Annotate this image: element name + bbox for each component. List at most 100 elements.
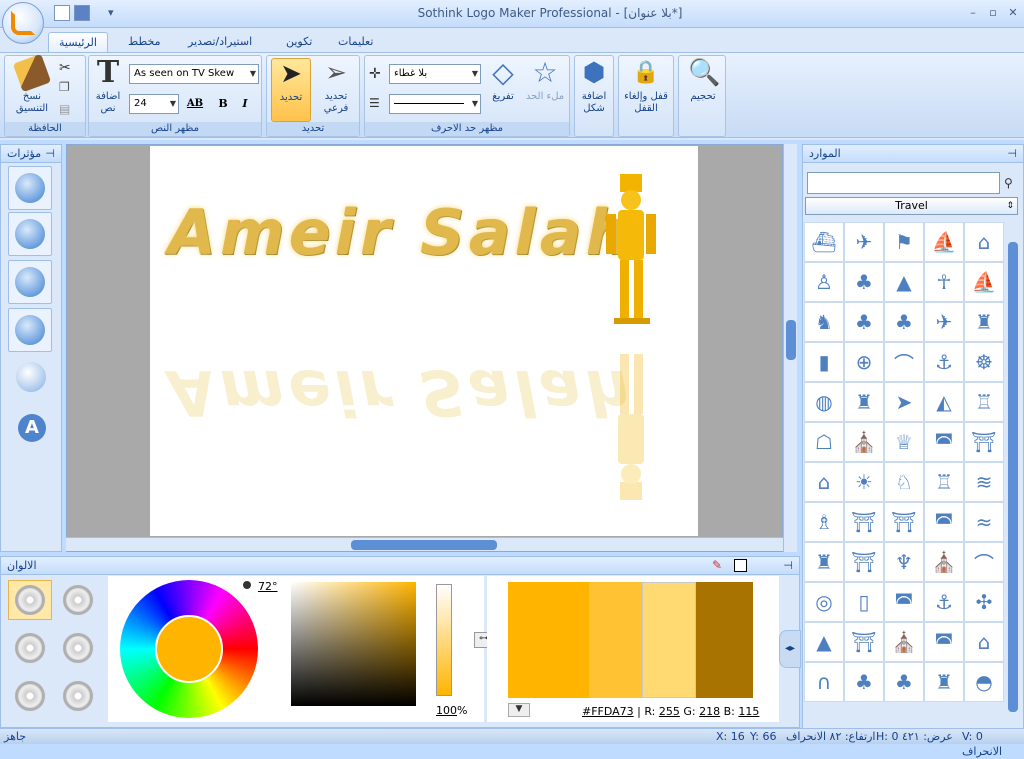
church-icon[interactable]: ⛪ xyxy=(884,622,924,662)
eiffel-tower-icon[interactable]: ♜ xyxy=(844,382,884,422)
effect-text-icon[interactable]: A xyxy=(18,414,46,442)
colosseum-icon[interactable]: ◚ xyxy=(924,422,964,462)
angle-handle[interactable] xyxy=(243,581,251,589)
copy-icon[interactable]: ❐ xyxy=(59,80,70,94)
torii-icon[interactable]: ⛩ xyxy=(964,422,1004,462)
tab-config[interactable]: تكوين xyxy=(276,32,322,52)
close-button[interactable]: ✕ xyxy=(1006,6,1020,20)
pharaoh-figure[interactable] xyxy=(596,174,666,334)
minimize-button[interactable]: – xyxy=(966,6,980,20)
opera-house-icon[interactable]: ◭ xyxy=(924,382,964,422)
gradient-linear-button[interactable] xyxy=(56,580,100,620)
paste-icon[interactable]: ▤ xyxy=(59,102,70,116)
fortress-icon[interactable]: ♖ xyxy=(924,462,964,502)
canvas-horizontal-scrollbar[interactable] xyxy=(66,537,783,551)
temple-icon[interactable]: ⌂ xyxy=(964,222,1004,262)
waterfall-icon[interactable]: ≋ xyxy=(964,462,1004,502)
italic-icon[interactable]: I xyxy=(235,94,255,114)
camel-icon[interactable]: ♞ xyxy=(804,302,844,342)
stadium-icon[interactable]: ◎ xyxy=(804,582,844,622)
r-value[interactable]: 255 xyxy=(659,705,680,718)
temple-of-heaven-icon[interactable]: ⛩ xyxy=(844,542,884,582)
resource-scrollbar[interactable] xyxy=(1006,222,1020,722)
house-icon[interactable]: ⌂ xyxy=(804,462,844,502)
hall-icon[interactable]: ◚ xyxy=(924,502,964,542)
paper-plane-icon[interactable]: ➤ xyxy=(884,382,924,422)
line-style-select[interactable]: ▼ xyxy=(389,94,481,114)
pin-icon[interactable]: ⊣ xyxy=(1007,145,1017,163)
bold-icon[interactable]: B xyxy=(213,94,233,114)
color-swatch[interactable] xyxy=(589,582,642,698)
select-tool-button[interactable]: ➤ تحديد xyxy=(271,58,311,122)
new-file-icon[interactable] xyxy=(54,5,70,21)
tab-import-export[interactable]: استيراد/تصدير xyxy=(178,32,262,52)
hex-value[interactable]: #FFDA73 xyxy=(582,705,634,718)
pin-icon[interactable]: ⊣ xyxy=(45,145,55,163)
color-swatch[interactable] xyxy=(508,582,589,698)
ship-wheel-icon[interactable]: ☸ xyxy=(964,342,1004,382)
space-needle-icon[interactable]: ♗ xyxy=(804,502,844,542)
anchor-icon[interactable]: ⚓ xyxy=(924,342,964,382)
canvas-vertical-scrollbar[interactable] xyxy=(783,144,797,552)
no-color-swatch[interactable] xyxy=(734,559,747,572)
saturation-value-box[interactable] xyxy=(291,582,416,706)
leaning-tower-icon[interactable]: ▮ xyxy=(804,342,844,382)
pagoda-icon[interactable]: ⛩ xyxy=(884,502,924,542)
tab-layout[interactable]: مخطط xyxy=(118,32,170,52)
lock-unlock-button[interactable]: 🔒 قفل وإلغاء القفل xyxy=(619,58,673,115)
format-painter-button[interactable]: نسخ التنسيق xyxy=(9,53,55,115)
eyedropper-icon[interactable]: ✎ xyxy=(712,558,722,572)
scroll-thumb[interactable] xyxy=(1008,242,1018,712)
tower-icon[interactable]: ♜ xyxy=(804,542,844,582)
telescope-icon[interactable]: ⌒ xyxy=(884,342,924,382)
signpost-icon[interactable]: ⚑ xyxy=(884,222,924,262)
gradient-type-6-button[interactable] xyxy=(56,676,100,716)
effect-bevel[interactable] xyxy=(8,212,52,256)
taj-mahal-icon[interactable]: ☖ xyxy=(804,422,844,462)
maximize-button[interactable]: ▫ xyxy=(986,6,1000,20)
angle-value[interactable]: 72° xyxy=(258,580,278,593)
add-shape-button[interactable]: ⬢ اضافة شكل xyxy=(575,58,613,115)
castle-icon[interactable]: ♖ xyxy=(964,382,1004,422)
island-icon[interactable]: ♣ xyxy=(844,662,884,702)
harbor-icon[interactable]: ⚓ xyxy=(924,582,964,622)
text-direction-icon[interactable]: AB xyxy=(185,94,205,114)
palace-icon[interactable]: ⌂ xyxy=(964,622,1004,662)
ruins-icon[interactable]: ◚ xyxy=(884,582,924,622)
font-size-select[interactable]: 24 ▼ xyxy=(129,94,179,114)
windmill-icon[interactable]: ✣ xyxy=(964,582,1004,622)
palm-island-icon[interactable]: ♣ xyxy=(884,662,924,702)
subselect-tool-button[interactable]: ➢ تحديد فرعي xyxy=(315,58,357,115)
color-swatch[interactable] xyxy=(696,582,754,698)
gate-icon[interactable]: ◚ xyxy=(924,622,964,662)
resource-search-input[interactable] xyxy=(807,172,1000,194)
liberty-icon[interactable]: ♕ xyxy=(884,422,924,462)
alpha-slider[interactable] xyxy=(436,584,452,696)
cathedral-icon[interactable]: ⛪ xyxy=(924,542,964,582)
swatch-menu-button[interactable]: ▼ xyxy=(508,703,530,717)
statue-icon[interactable]: ♙ xyxy=(804,262,844,302)
panel-toggle-icon[interactable]: ◂▸ xyxy=(779,630,801,668)
mermaid-icon[interactable]: ♆ xyxy=(884,542,924,582)
globe-icon[interactable]: ◍ xyxy=(804,382,844,422)
unfill-button[interactable]: ◇ تفريغ xyxy=(485,58,521,103)
application-menu-button[interactable] xyxy=(2,2,44,44)
pyramid-icon[interactable]: ▲ xyxy=(804,622,844,662)
airplane-icon[interactable]: ✈ xyxy=(844,222,884,262)
effect-shadow[interactable] xyxy=(8,260,52,304)
boat-icon[interactable]: ⛵ xyxy=(964,262,1004,302)
jet-icon[interactable]: ✈ xyxy=(924,302,964,342)
gradient-type-5-button[interactable] xyxy=(8,676,52,716)
deer-icon[interactable]: ♘ xyxy=(884,462,924,502)
scroll-thumb[interactable] xyxy=(786,320,796,360)
eiffel-tower-icon[interactable]: ♜ xyxy=(964,302,1004,342)
scroll-thumb[interactable] xyxy=(351,540,497,550)
gradient-type-3-button[interactable] xyxy=(8,628,52,668)
g-value[interactable]: 218 xyxy=(699,705,720,718)
church-icon[interactable]: ⛪ xyxy=(844,422,884,462)
search-icon[interactable]: ⚲ xyxy=(1004,176,1013,190)
font-select[interactable]: As seen on TV Skew ▼ xyxy=(129,64,259,84)
add-text-button[interactable]: T اضافة نص xyxy=(91,58,125,115)
qat-customize-icon[interactable]: ▾ xyxy=(108,6,114,19)
cut-icon[interactable]: ✂ xyxy=(59,60,71,76)
